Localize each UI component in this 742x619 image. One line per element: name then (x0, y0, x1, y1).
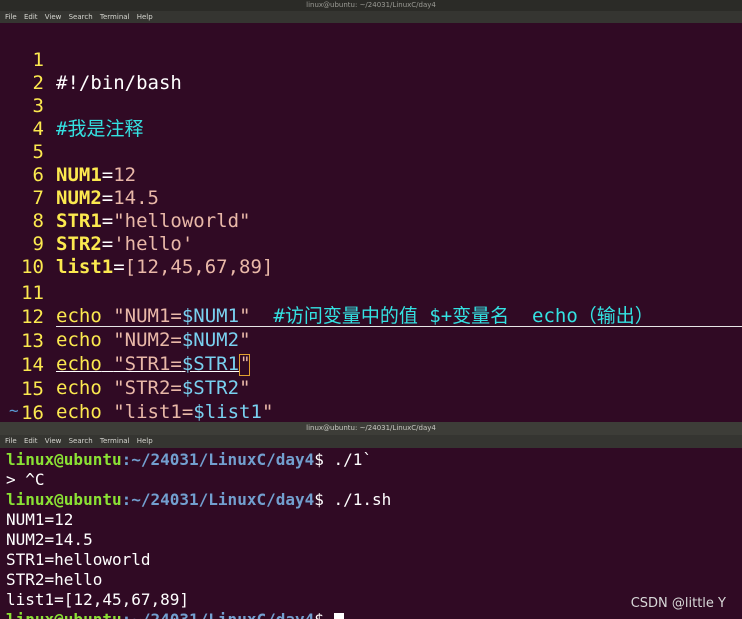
menu-help[interactable]: Help (137, 437, 153, 445)
menu-edit[interactable]: Edit (24, 13, 38, 21)
output-line: NUM1=12 (6, 510, 74, 529)
var-ref: $list1 (193, 401, 262, 422)
code-line: 9 list1=[12,45,67,89] (0, 210, 742, 278)
code-line: 6 NUM2=14.5 (0, 141, 742, 209)
window-title: linux@ubuntu: ~/24031/LinuxC/day4 (306, 424, 436, 432)
output-line: STR2=hello (6, 570, 103, 589)
code-line: 1 #!/bin/bash (0, 26, 742, 94)
menu-search[interactable]: Search (69, 437, 93, 445)
prompt-symbol: $ (314, 450, 334, 469)
code-line: 16 (0, 379, 742, 422)
menu-file[interactable]: File (5, 437, 17, 445)
prompt-path: :~/24031/LinuxC/day4 (121, 490, 315, 509)
prompt-line: linux@ubuntu:~/24031/LinuxC/day4$ ./1` (6, 450, 391, 470)
prompt-path: :~/24031/LinuxC/day4 (122, 610, 315, 619)
prompt-symbol: $ (314, 610, 333, 619)
menu-terminal[interactable]: Terminal (100, 13, 130, 21)
terminal-titlebar[interactable]: linux@ubuntu: ~/24031/LinuxC/day4 (0, 422, 742, 435)
output-line: STR1=helloworld (6, 550, 151, 569)
empty-line-tilde: ~ (9, 401, 19, 420)
code-line: 10 (0, 233, 742, 278)
code-line: 11 echo "NUM1=$NUM1" #访问变量中的值 $+变量名 echo… (0, 259, 742, 327)
code-line: 7 STR1="helloworld" (0, 164, 742, 232)
code-line: 3 #我是注释 (0, 72, 742, 140)
prompt-line: linux@ubuntu:~/24031/LinuxC/day4$ (6, 610, 391, 619)
line-number: 16 (21, 402, 44, 422)
code-line: 15 echo "list1=$list1" (0, 355, 742, 422)
prompt-line: linux@ubuntu:~/24031/LinuxC/day4$ ./1.sh (6, 490, 391, 510)
command-text: ./1` (333, 450, 373, 469)
watermark: CSDN @little Y (630, 596, 726, 611)
output-line: list1=[12,45,67,89] (6, 590, 190, 609)
menu-help[interactable]: Help (137, 13, 153, 21)
editor-titlebar[interactable]: linux@ubuntu: ~/24031/LinuxC/day4 (0, 0, 742, 11)
code-line: 2 (0, 49, 742, 94)
menu-view[interactable]: View (45, 13, 62, 21)
prompt-user: linux@ubuntu (6, 610, 122, 619)
prompt-user: linux@ubuntu (6, 490, 122, 509)
terminal-menubar: File Edit View Search Terminal Help (0, 435, 742, 448)
prompt-symbol: $ (314, 490, 334, 509)
prompt-path: :~/24031/LinuxC/day4 (121, 450, 315, 469)
code-line: 5 NUM1=12 (0, 118, 742, 186)
menu-view[interactable]: View (45, 437, 62, 445)
string-close: " (261, 401, 274, 422)
continuation-line: > ^C (6, 470, 45, 489)
cursorline-underline (56, 326, 742, 327)
menu-terminal[interactable]: Terminal (100, 437, 130, 445)
terminal-output[interactable]: linux@ubuntu:~/24031/LinuxC/day4$ ./1` >… (6, 450, 391, 619)
prompt-user: linux@ubuntu (6, 450, 122, 469)
menu-edit[interactable]: Edit (24, 437, 38, 445)
code-line: 14 echo "STR2=$STR2" (0, 331, 742, 399)
code-line: 12 echo "NUM2=$NUM2" (0, 283, 742, 351)
code-line: 8 STR2='hello' (0, 187, 742, 255)
editor-window: linux@ubuntu: ~/24031/LinuxC/day4 File E… (0, 0, 742, 422)
editor-menubar: File Edit View Search Terminal Help (0, 11, 742, 23)
menu-file[interactable]: File (5, 13, 17, 21)
window-title: linux@ubuntu: ~/24031/LinuxC/day4 (306, 1, 436, 9)
command-text: ./1.sh (333, 490, 392, 509)
terminal-window: linux@ubuntu: ~/24031/LinuxC/day4 File E… (0, 422, 742, 619)
menu-search[interactable]: Search (69, 13, 93, 21)
terminal-cursor (333, 613, 344, 619)
string-literal: "list1= (113, 401, 194, 422)
code-line: 4 (0, 95, 742, 140)
output-line: NUM2=14.5 (6, 530, 93, 549)
